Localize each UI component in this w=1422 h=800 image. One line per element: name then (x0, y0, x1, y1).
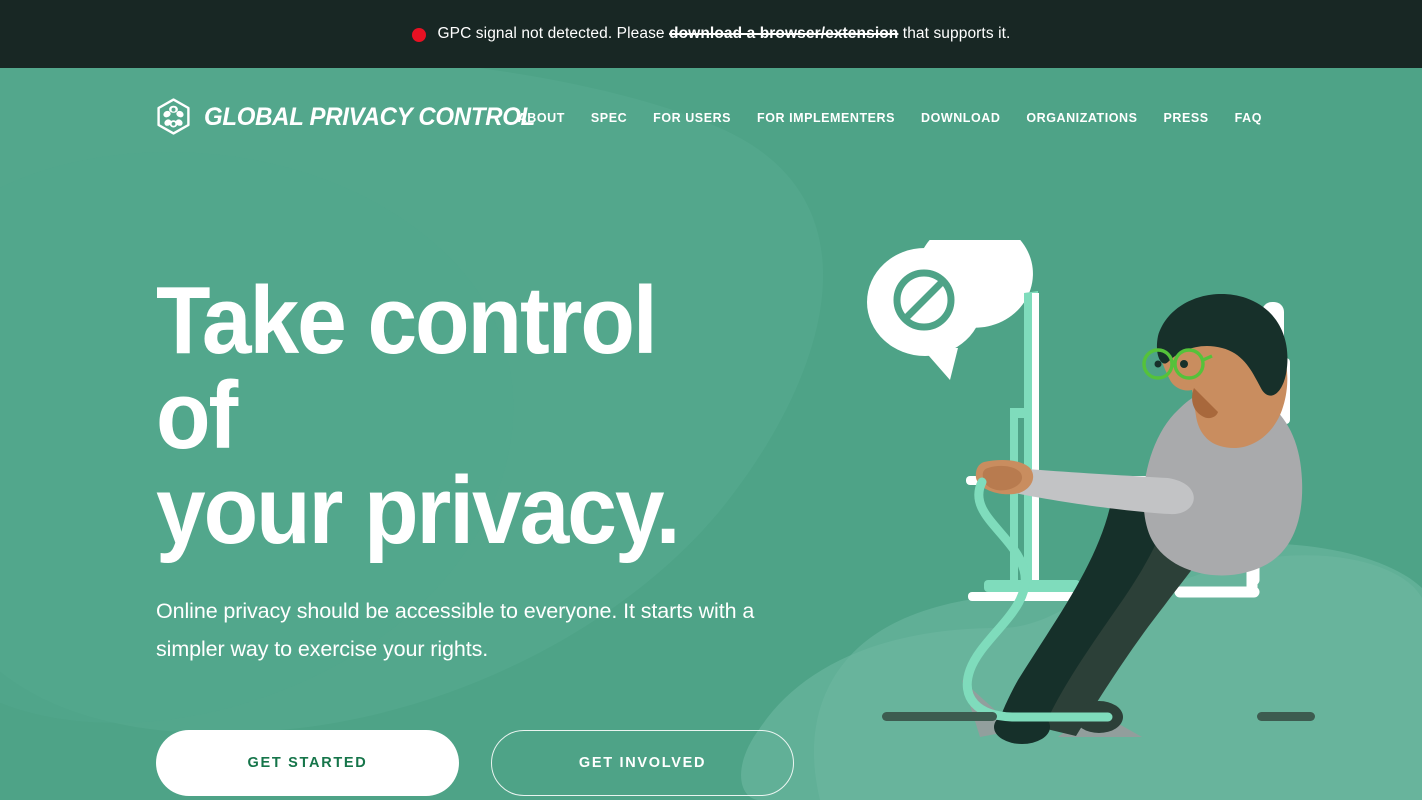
nav-item-download[interactable]: DOWNLOAD (921, 105, 1000, 131)
nav-item-spec[interactable]: SPEC (591, 105, 627, 131)
nav-item-for-users[interactable]: FOR USERS (653, 105, 731, 131)
alert-content: GPC signal not detected. Please download… (411, 25, 1011, 43)
get-started-button[interactable]: GET STARTED (156, 730, 459, 796)
hero-subtitle: Online privacy should be accessible to e… (156, 599, 755, 661)
site-header: GLOBAL PRIVACY CONTROL ABOUT SPEC FOR US… (0, 68, 1422, 162)
page-title: Take control of your privacy. (156, 267, 681, 564)
nav-item-press[interactable]: PRESS (1164, 105, 1209, 131)
get-involved-button[interactable]: GET INVOLVED (491, 730, 794, 796)
alert-text-before: GPC signal not detected. Please (437, 25, 670, 42)
cta-button-row: GET STARTED GET INVOLVED (156, 730, 794, 796)
person-at-computer-illustration (867, 240, 1315, 744)
main-navigation: ABOUT SPEC FOR USERS FOR IMPLEMENTERS DO… (518, 105, 1262, 131)
alert-message: GPC signal not detected. Please download… (438, 25, 1011, 43)
hero-copy: Take control of your privacy. Online pri… (156, 273, 796, 668)
hero-illustration (862, 240, 1422, 800)
alert-text-after: that supports it. (898, 25, 1011, 42)
gpc-hexagon-logo-icon (157, 98, 190, 135)
download-extension-link[interactable]: download a browser/extension (669, 25, 898, 42)
red-dot-icon (411, 27, 426, 42)
blocked-tracking-speech-bubble (867, 240, 1033, 380)
nav-item-for-implementers[interactable]: FOR IMPLEMENTERS (757, 105, 895, 131)
nav-item-organizations[interactable]: ORGANIZATIONS (1026, 105, 1137, 131)
brand-logo[interactable]: GLOBAL PRIVACY CONTROL (156, 98, 549, 136)
gpc-alert-banner: GPC signal not detected. Please download… (0, 0, 1422, 68)
hero-section: GLOBAL PRIVACY CONTROL ABOUT SPEC FOR US… (0, 68, 1422, 800)
brand-name: GLOBAL PRIVACY CONTROL (204, 102, 536, 131)
nav-item-about[interactable]: ABOUT (518, 105, 565, 131)
nav-item-faq[interactable]: FAQ (1235, 105, 1262, 131)
